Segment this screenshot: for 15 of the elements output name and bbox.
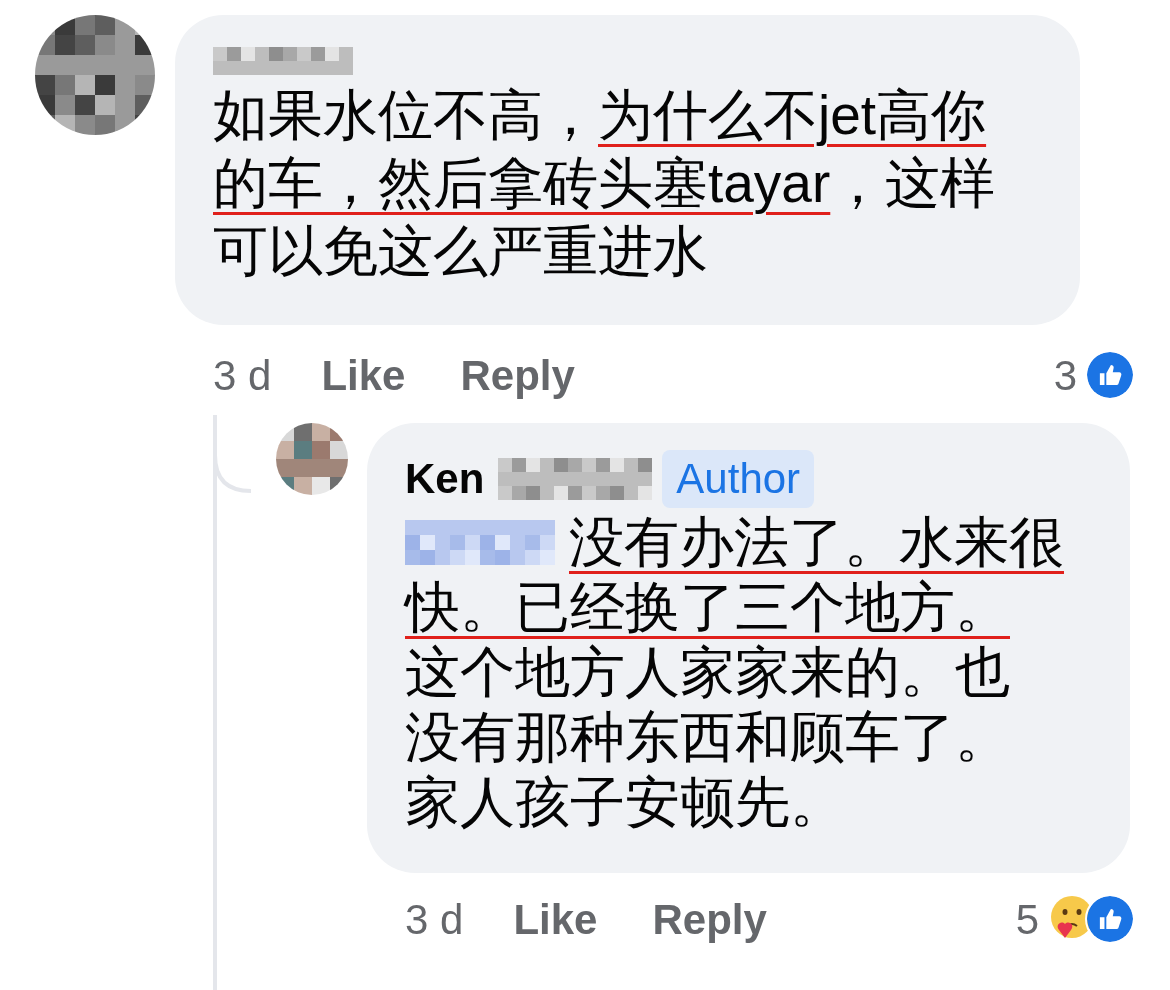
reaction-count: 3 xyxy=(1053,350,1077,401)
comment-text: 快。已经换了三个地方。 这个地方人家家来的。也没有那种东西和顾车了。家人孩子安顿先。 xyxy=(405,576,1010,833)
reaction-count: 5 xyxy=(1015,894,1039,945)
like-link[interactable]: Like xyxy=(321,343,406,407)
comment-text: 如果水位不高，为什么不jet高你的车，然后拿砖头塞tayar，这样可以免这么严重进水 xyxy=(213,84,996,282)
comment-time: 3 d xyxy=(213,350,272,401)
author-name: Ken xyxy=(405,454,485,504)
reply-link[interactable]: Reply xyxy=(460,343,575,407)
author-badge: Author xyxy=(662,449,815,508)
comment-text: 没有办法了。水来很 xyxy=(569,510,1064,575)
reply-link[interactable]: Reply xyxy=(652,887,767,951)
thumbs-up-icon xyxy=(1085,894,1135,944)
comment-time: 3 d xyxy=(405,894,464,945)
like-link[interactable]: Like xyxy=(513,887,598,951)
thumbs-up-icon xyxy=(1085,350,1135,400)
